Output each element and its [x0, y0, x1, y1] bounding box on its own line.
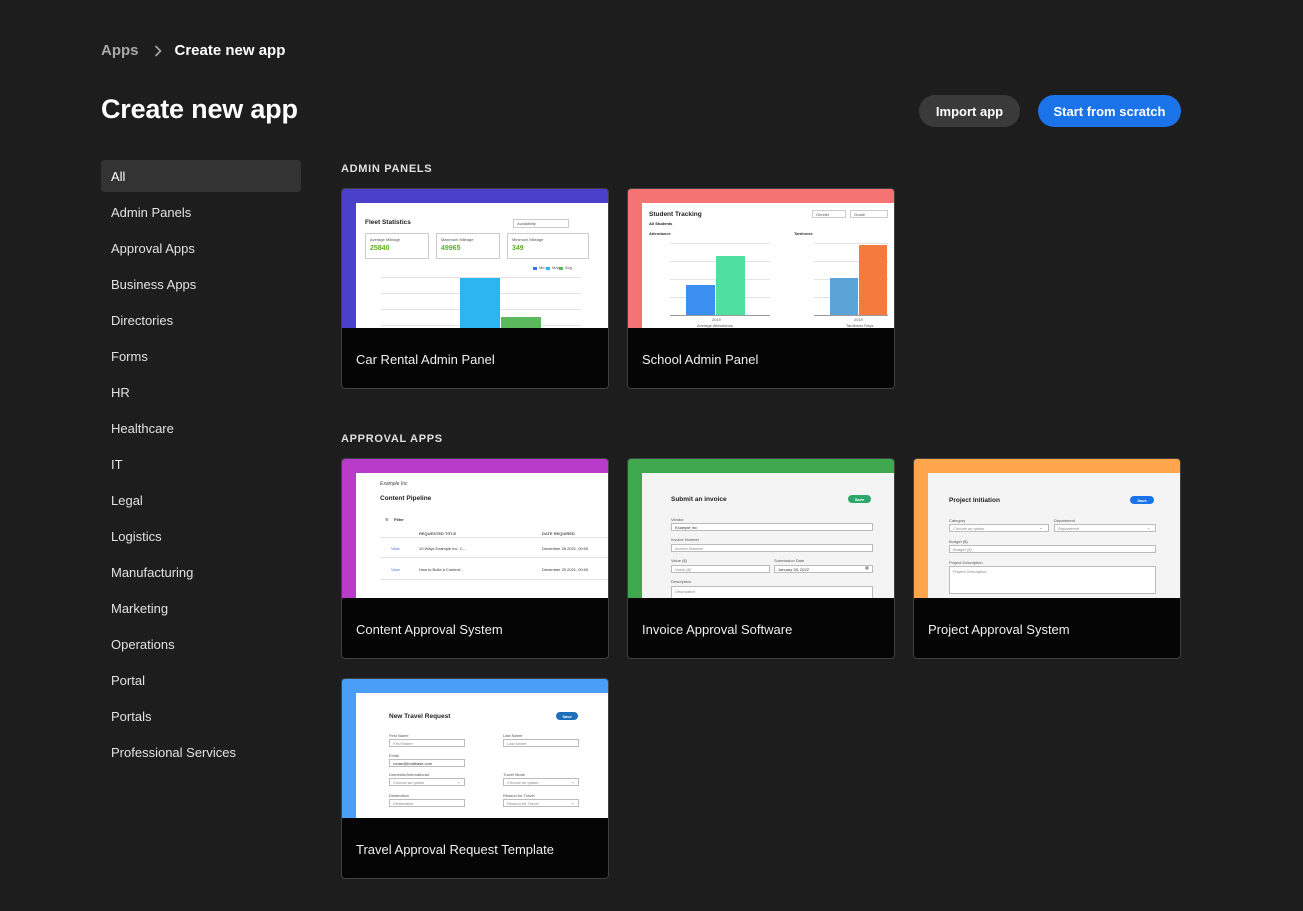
calendar-icon: ▦ — [865, 565, 869, 570]
breadcrumb: Apps Create new app — [101, 42, 285, 59]
chevron-down-icon: ⌄ — [457, 779, 461, 784]
card-title: Content Approval System — [356, 622, 503, 637]
sidebar-item-hr[interactable]: HR — [101, 376, 301, 408]
template-card-school-admin[interactable]: Student Tracking All Students Gender Gra… — [627, 188, 895, 389]
card-title: Project Approval System — [928, 622, 1070, 637]
sidebar-item-admin-panels[interactable]: Admin Panels — [101, 196, 301, 228]
card-thumbnail: Fleet Statistics Availability Average Mi… — [342, 189, 608, 328]
project-initiation-preview: Project Initiation Save Category Choose … — [928, 473, 1180, 598]
sidebar-item-portals[interactable]: Portals — [101, 700, 301, 732]
sidebar-item-forms[interactable]: Forms — [101, 340, 301, 372]
sidebar-item-manufacturing[interactable]: Manufacturing — [101, 556, 301, 588]
card-title: School Admin Panel — [642, 352, 759, 367]
page-title: Create new app — [101, 94, 298, 124]
sidebar-item-it[interactable]: IT — [101, 448, 301, 480]
card-thumbnail: New Travel Request Save First Name First… — [342, 679, 608, 818]
sidebar-item-marketing[interactable]: Marketing — [101, 592, 301, 624]
preview-bar-avg — [501, 317, 541, 328]
chevron-down-icon: ⌄ — [571, 800, 575, 805]
card-thumbnail: Project Initiation Save Category Choose … — [914, 459, 1180, 598]
content-pipeline-preview: Example Inc Content Pipeline ☰ Filter RE… — [356, 473, 608, 598]
card-title: Invoice Approval Software — [642, 622, 793, 637]
section-heading-approval-apps: APPROVAL APPS — [341, 433, 443, 445]
sidebar-item-professional-services[interactable]: Professional Services — [101, 736, 301, 768]
category-sidebar: All Admin Panels Approval Apps Business … — [101, 160, 301, 772]
sidebar-item-legal[interactable]: Legal — [101, 484, 301, 516]
student-tracking-preview: Student Tracking All Students Gender Gra… — [642, 203, 894, 328]
sidebar-item-business-apps[interactable]: Business Apps — [101, 268, 301, 300]
template-card-car-rental[interactable]: Fleet Statistics Availability Average Mi… — [341, 188, 609, 389]
card-thumbnail: Example Inc Content Pipeline ☰ Filter RE… — [342, 459, 608, 598]
start-from-scratch-button[interactable]: Start from scratch — [1038, 95, 1181, 127]
filter-icon: ☰ — [385, 517, 389, 522]
section-heading-admin-panels: ADMIN PANELS — [341, 163, 433, 175]
template-card-project-approval[interactable]: Project Initiation Save Category Choose … — [913, 458, 1181, 659]
breadcrumb-current: Create new app — [174, 42, 286, 59]
sidebar-item-operations[interactable]: Operations — [101, 628, 301, 660]
travel-request-preview: New Travel Request Save First Name First… — [356, 693, 608, 818]
fleet-statistics-preview: Fleet Statistics Availability Average Mi… — [356, 203, 608, 328]
template-card-invoice-approval[interactable]: Submit an invoice Save Vendor Example In… — [627, 458, 895, 659]
card-thumbnail: Student Tracking All Students Gender Gra… — [628, 189, 894, 328]
card-title: Travel Approval Request Template — [356, 842, 554, 857]
chevron-down-icon: ⌄ — [571, 779, 575, 784]
sidebar-item-all[interactable]: All — [101, 160, 301, 192]
sidebar-item-directories[interactable]: Directories — [101, 304, 301, 336]
import-app-button[interactable]: Import app — [919, 95, 1020, 127]
card-thumbnail: Submit an invoice Save Vendor Example In… — [628, 459, 894, 598]
template-card-content-approval[interactable]: Example Inc Content Pipeline ☰ Filter RE… — [341, 458, 609, 659]
sidebar-item-logistics[interactable]: Logistics — [101, 520, 301, 552]
sidebar-item-healthcare[interactable]: Healthcare — [101, 412, 301, 444]
submit-invoice-preview: Submit an invoice Save Vendor Example In… — [642, 473, 894, 598]
sidebar-item-portal[interactable]: Portal — [101, 664, 301, 696]
chevron-down-icon: ⌄ — [1039, 525, 1043, 530]
chevron-right-icon — [154, 44, 162, 57]
breadcrumb-apps-link[interactable]: Apps — [101, 42, 139, 59]
template-card-travel-approval[interactable]: New Travel Request Save First Name First… — [341, 678, 609, 879]
chevron-down-icon: ⌄ — [1147, 525, 1151, 530]
preview-bar-max — [460, 278, 500, 328]
sidebar-item-approval-apps[interactable]: Approval Apps — [101, 232, 301, 264]
card-title: Car Rental Admin Panel — [356, 352, 495, 367]
